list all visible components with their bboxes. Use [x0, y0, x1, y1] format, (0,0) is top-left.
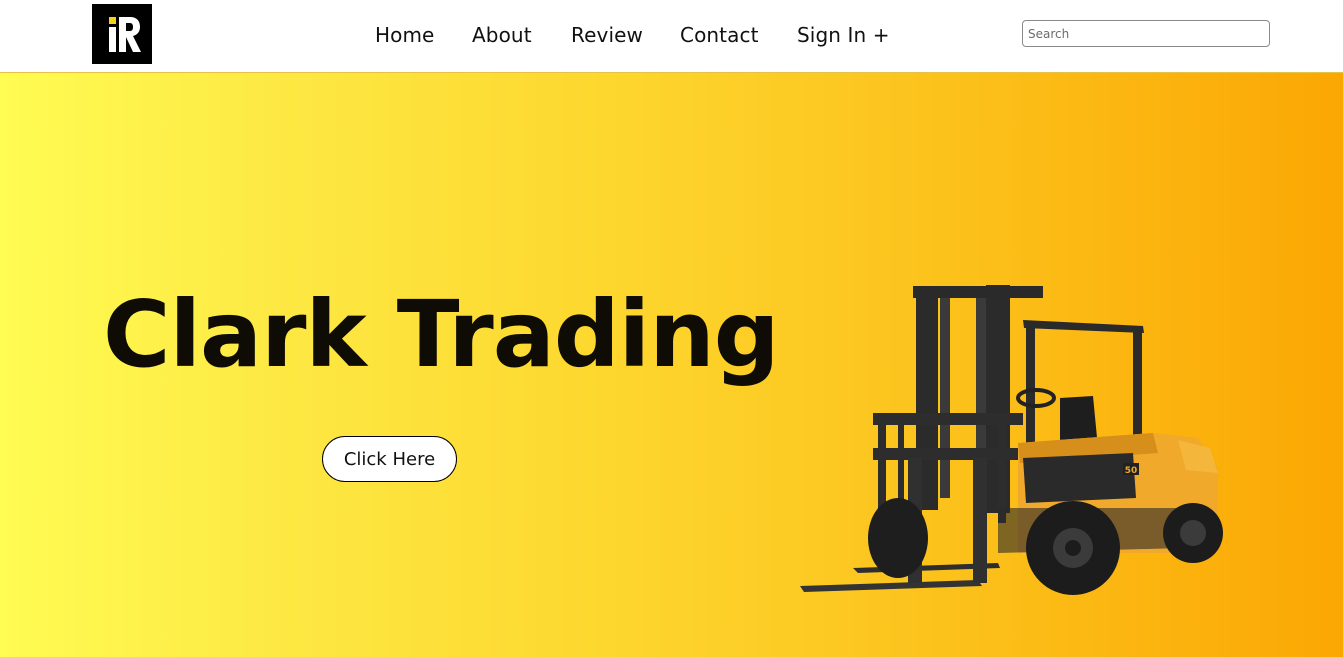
- nav-review[interactable]: Review: [571, 23, 643, 47]
- forklift-image: 50: [800, 285, 1223, 595]
- search-input[interactable]: [1022, 20, 1270, 47]
- forklift-badge: 50: [1125, 466, 1138, 476]
- nav-about[interactable]: About: [472, 23, 532, 47]
- navbar: Home About Review Contact Sign In +: [0, 0, 1343, 73]
- nav-sign-in[interactable]: Sign In +: [797, 23, 890, 47]
- nav-contact[interactable]: Contact: [680, 23, 759, 47]
- click-here-button[interactable]: Click Here: [322, 436, 457, 482]
- nav-home[interactable]: Home: [375, 23, 434, 47]
- hero-section: Clark Trading Click Here 50: [0, 73, 1343, 657]
- hero-title: Clark Trading: [103, 281, 780, 388]
